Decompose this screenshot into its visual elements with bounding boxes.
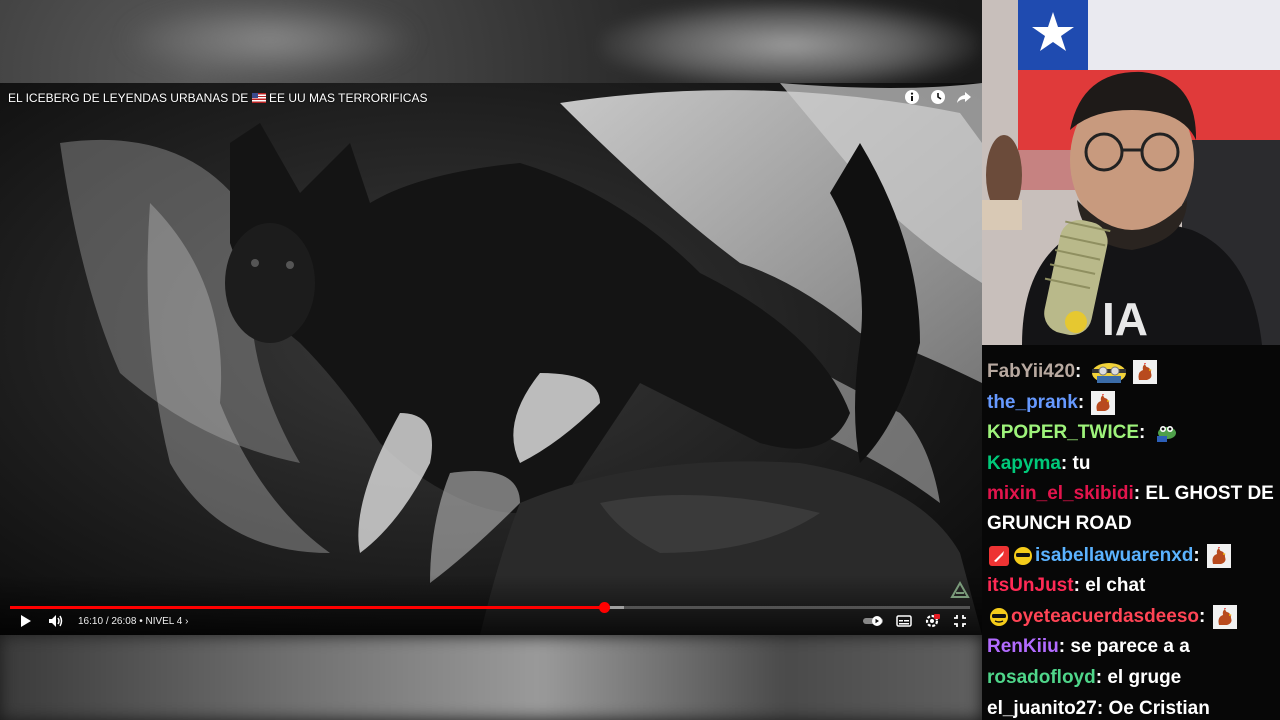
- chat-username[interactable]: rosadofloyd: [987, 667, 1096, 688]
- chapter-label[interactable]: • NIVEL 4 ›: [139, 616, 188, 627]
- chat-message: oyeteacuerdasdeeso:: [987, 602, 1276, 632]
- exit-fullscreen-icon[interactable]: [952, 613, 968, 629]
- rocket-badge-icon[interactable]: [989, 545, 1009, 566]
- chat-message-text: se parece a a: [1070, 636, 1190, 658]
- chat-message: isabellawuarenxd:: [987, 541, 1276, 571]
- chat-message: the_prank:: [987, 388, 1276, 418]
- play-icon[interactable]: [18, 613, 34, 629]
- progress-played: [10, 606, 605, 609]
- video-title-text-start: EL ICEBERG DE LEYENDAS URBANAS DE: [8, 91, 249, 105]
- webcam-feed: IA: [982, 0, 1280, 345]
- chat-username[interactable]: Kapyma: [987, 453, 1061, 474]
- video-title[interactable]: EL ICEBERG DE LEYENDAS URBANAS DE EE UU …: [8, 91, 427, 105]
- chat-colon: :: [1060, 452, 1073, 474]
- info-icon[interactable]: [904, 89, 920, 105]
- streamer-camera-image: IA: [982, 0, 1280, 345]
- video-player[interactable]: EL ICEBERG DE LEYENDAS URBANAS DE EE UU …: [0, 83, 982, 635]
- time-display: 16:10 / 26:08 • NIVEL 4 ›: [78, 616, 188, 627]
- progress-bar[interactable]: [10, 602, 970, 613]
- chat-colon: :: [1199, 605, 1211, 627]
- frog-emote-icon[interactable]: [1153, 421, 1177, 445]
- channel-watermark-icon[interactable]: [948, 579, 972, 603]
- chat-colon: :: [1095, 667, 1108, 688]
- chat-message: rosadofloyd: el gruge: [987, 663, 1276, 693]
- chat-colon: :: [1139, 422, 1151, 444]
- chat-colon: :: [1193, 544, 1206, 566]
- chat-username[interactable]: mixin_el_skibidi: [987, 483, 1134, 504]
- chat-message-text: Oe Cristian: [1108, 697, 1210, 719]
- time-separator: /: [105, 615, 109, 627]
- subtitles-icon[interactable]: [896, 613, 912, 629]
- chat-message: el_juanito27: Oe Cristian: [987, 694, 1276, 720]
- chat-message: itsUnJust: el chat: [987, 571, 1276, 601]
- chat-username[interactable]: itsUnJust: [987, 575, 1074, 596]
- chat-username[interactable]: oyeteacuerdasdeeso: [1011, 606, 1199, 627]
- sunglasses-badge-icon[interactable]: [1013, 546, 1033, 566]
- chat-colon: :: [1058, 636, 1071, 658]
- rooster-emote-icon[interactable]: [1132, 359, 1157, 384]
- chat-message-text: tu: [1072, 452, 1091, 474]
- chat-message: FabYii420:: [987, 357, 1276, 387]
- chat-username[interactable]: el_juanito27: [987, 698, 1097, 719]
- rooster-emote-icon[interactable]: [1212, 604, 1237, 629]
- chat-message-text: el gruge: [1107, 667, 1182, 688]
- watch-later-icon[interactable]: [930, 89, 946, 105]
- autoplay-toggle-icon[interactable]: [862, 613, 884, 629]
- svg-text:IA: IA: [1102, 293, 1148, 345]
- chat-message: mixin_el_skibidi: EL GHOST DE GRUNCH ROA…: [987, 479, 1276, 539]
- chat-panel[interactable]: FabYii420: the_prank: KPOPER_TWICE: Kapy…: [982, 345, 1280, 720]
- video-title-text-end: EE UU MAS TERRORIFICAS: [268, 91, 428, 105]
- cool-badge-icon[interactable]: [989, 607, 1009, 627]
- rooster-emote-icon[interactable]: [1207, 543, 1232, 568]
- chat-colon: :: [1073, 575, 1086, 597]
- chat-colon: :: [1096, 697, 1109, 719]
- time-total: 26:08: [111, 615, 137, 627]
- volume-icon[interactable]: [48, 613, 64, 629]
- chat-colon: :: [1077, 391, 1090, 413]
- rooster-emote-icon[interactable]: [1091, 390, 1116, 415]
- chat-username[interactable]: isabellawuarenxd: [1035, 545, 1193, 566]
- chat-message: KPOPER_TWICE:: [987, 418, 1276, 448]
- chat-message: Kapyma: tu: [987, 449, 1276, 479]
- chat-username[interactable]: RenKiiu: [987, 636, 1059, 657]
- time-current: 16:10: [78, 615, 104, 627]
- chat-username[interactable]: FabYii420: [987, 361, 1075, 382]
- chat-username[interactable]: the_prank: [987, 392, 1078, 413]
- share-icon[interactable]: [956, 89, 972, 105]
- chat-username[interactable]: KPOPER_TWICE: [987, 422, 1139, 443]
- chat-colon: :: [1133, 483, 1146, 505]
- chat-colon: :: [1075, 361, 1087, 382]
- us-flag-icon: [251, 93, 266, 103]
- settings-icon[interactable]: [924, 613, 940, 629]
- chat-message-text: el chat: [1085, 575, 1146, 597]
- minion-emote-icon[interactable]: [1089, 360, 1129, 384]
- video-frame: [0, 83, 982, 635]
- chat-message: RenKiiu: se parece a a: [987, 632, 1276, 662]
